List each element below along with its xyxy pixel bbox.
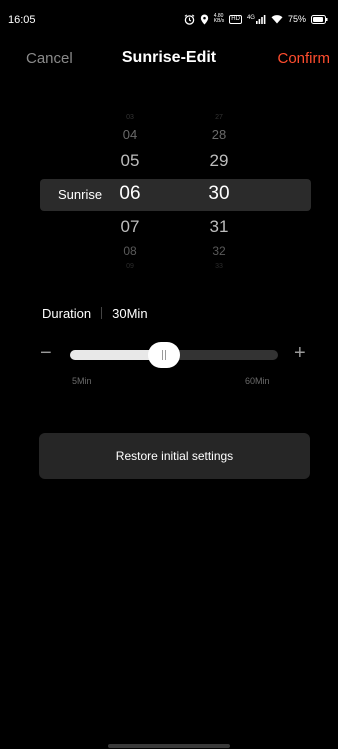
status-time: 16:05 xyxy=(8,14,36,26)
minute-option[interactable]: 27 xyxy=(199,114,239,121)
minute-option[interactable]: 28 xyxy=(199,127,239,142)
slider-thumb[interactable] xyxy=(147,342,180,368)
slider-max-label: 60Min xyxy=(245,376,270,386)
thumb-grip xyxy=(161,350,163,360)
confirm-button[interactable]: Confirm xyxy=(277,50,330,67)
slider-track[interactable] xyxy=(70,342,278,368)
increase-button[interactable]: + xyxy=(294,343,306,363)
minute-option[interactable]: 33 xyxy=(199,263,239,270)
hour-option[interactable]: 03 xyxy=(110,114,150,121)
hour-option[interactable]: 05 xyxy=(110,151,150,171)
picker-row-label: Sunrise xyxy=(58,187,103,202)
duration-slider[interactable]: − + xyxy=(0,340,338,370)
decrease-button[interactable]: − xyxy=(40,343,52,363)
minute-option[interactable]: 31 xyxy=(199,217,239,237)
duration-value: 30Min xyxy=(112,305,148,321)
duration-row: Duration 30Min xyxy=(42,304,148,322)
hour-option[interactable]: 04 xyxy=(110,127,150,142)
nav-bar: Cancel Sunrise-Edit Confirm xyxy=(0,48,338,72)
home-indicator[interactable] xyxy=(108,744,230,748)
status-icons: 4.80 KB/s HD 4G 75% xyxy=(184,12,328,26)
slider-min-label: 5Min xyxy=(72,376,92,386)
net-speed: 4.80 KB/s xyxy=(213,13,225,24)
thumb-grip xyxy=(164,350,166,360)
hd-badge: HD xyxy=(229,14,242,24)
hour-selected[interactable]: 06 xyxy=(110,183,150,205)
restore-settings-button[interactable]: Restore initial settings xyxy=(39,433,310,479)
minute-selected[interactable]: 30 xyxy=(199,183,239,205)
minute-option[interactable]: 29 xyxy=(199,151,239,171)
location-icon xyxy=(200,13,209,25)
cellular-signal-icon: 4G xyxy=(247,14,266,24)
status-bar: 16:05 4.80 KB/s HD 4G 75% xyxy=(0,0,338,34)
battery-percent: 75% xyxy=(287,14,306,24)
alarm-icon xyxy=(184,13,195,25)
wifi-icon xyxy=(271,14,283,24)
minute-option[interactable]: 32 xyxy=(199,244,239,258)
battery-icon xyxy=(311,14,328,24)
duration-label: Duration xyxy=(42,305,92,321)
hour-option[interactable]: 07 xyxy=(110,217,150,237)
duration-divider xyxy=(101,307,103,319)
hour-option[interactable]: 09 xyxy=(110,263,150,270)
time-picker[interactable]: Sunrise 03 04 05 06 07 08 09 27 28 29 30… xyxy=(0,110,338,280)
hour-option[interactable]: 08 xyxy=(110,244,150,258)
